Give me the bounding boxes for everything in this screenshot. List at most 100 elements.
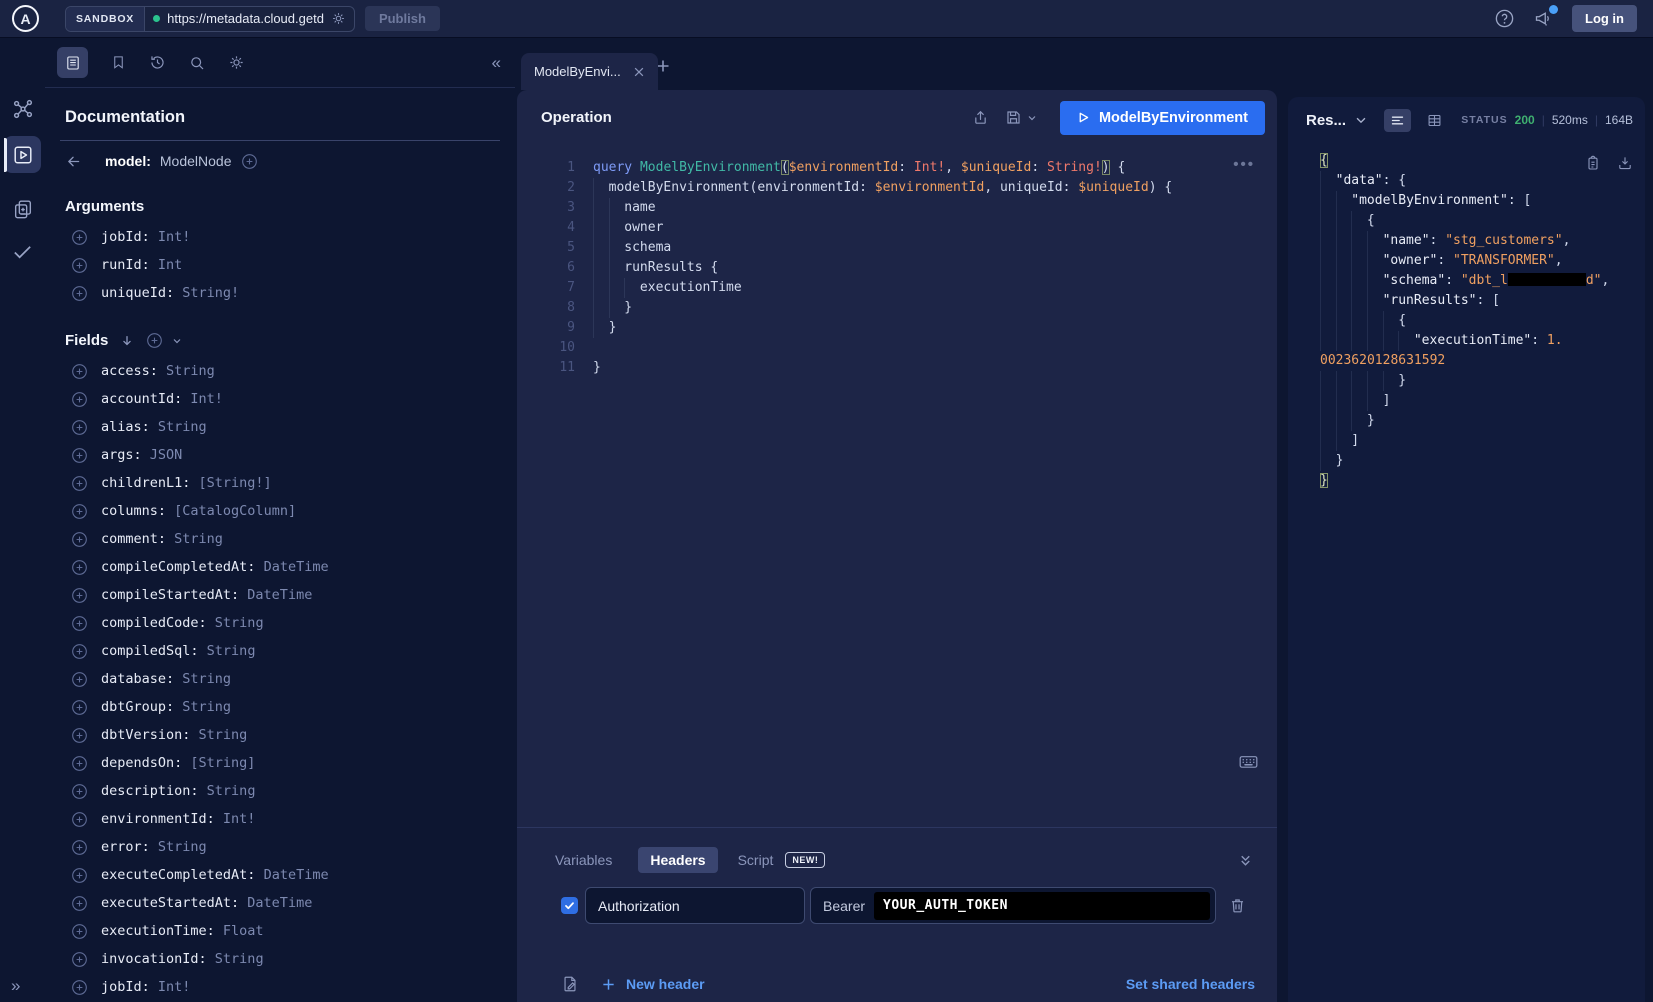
field-label[interactable]: jobId: Int! [101, 979, 190, 995]
close-tab-icon[interactable] [633, 66, 645, 78]
header-value-input[interactable]: Bearer YOUR_AUTH_TOKEN [810, 887, 1216, 924]
field-label[interactable]: description: String [101, 783, 255, 799]
add-to-operation-icon[interactable] [71, 229, 88, 246]
field-label[interactable]: accountId: Int! [101, 391, 223, 407]
add-to-operation-icon[interactable] [71, 559, 88, 576]
keyboard-shortcuts-icon[interactable] [1238, 751, 1259, 772]
add-to-operation-icon[interactable] [71, 475, 88, 492]
table-view-icon[interactable] [1427, 113, 1442, 128]
set-shared-headers-link[interactable]: Set shared headers [1126, 976, 1255, 992]
add-to-operation-icon[interactable] [71, 615, 88, 632]
argument-label[interactable]: uniqueId: String! [101, 285, 239, 301]
sidebar-item-checks[interactable] [4, 233, 41, 270]
operation-tab[interactable]: ModelByEnvi... [521, 53, 658, 90]
field-label[interactable]: args: JSON [101, 447, 182, 463]
field-label[interactable]: executeCompletedAt: DateTime [101, 867, 329, 883]
field-label[interactable]: invocationId: String [101, 951, 264, 967]
field-label[interactable]: childrenL1: [String!] [101, 475, 272, 491]
add-to-operation-icon[interactable] [71, 503, 88, 520]
formatted-view-icon[interactable] [1384, 109, 1411, 132]
auth-token-value[interactable]: YOUR_AUTH_TOKEN [874, 892, 1210, 920]
field-label[interactable]: compileCompletedAt: DateTime [101, 559, 329, 575]
fields-options-chevron-icon[interactable] [171, 335, 183, 347]
announcements-icon[interactable] [1533, 8, 1554, 29]
expand-rail-icon[interactable]: » [11, 976, 20, 996]
collapse-request-panel-icon[interactable] [1238, 853, 1253, 868]
run-operation-button[interactable]: ModelByEnvironment [1060, 101, 1265, 135]
new-header-button[interactable]: New header [601, 976, 705, 992]
graphql-editor[interactable]: 1234567891011 query ModelByEnvironment($… [517, 145, 1277, 817]
response-dropdown-chevron-icon[interactable] [1354, 113, 1368, 127]
field-label[interactable]: environmentId: Int! [101, 811, 255, 827]
download-response-icon[interactable] [1617, 155, 1633, 171]
back-arrow-icon[interactable] [65, 153, 82, 170]
endpoint-url[interactable]: https://metadata.cloud.getd [167, 11, 324, 26]
search-icon[interactable] [189, 55, 205, 71]
add-to-operation-icon[interactable] [71, 811, 88, 828]
field-label[interactable]: database: String [101, 671, 231, 687]
settings-gear-icon[interactable] [228, 54, 245, 71]
history-icon[interactable] [149, 54, 166, 71]
documentation-tab-icon[interactable] [57, 47, 88, 78]
add-to-operation-icon[interactable] [71, 895, 88, 912]
sidebar-item-explorer[interactable] [4, 136, 41, 173]
argument-label[interactable]: runId: Int [101, 257, 182, 273]
argument-label[interactable]: jobId: Int! [101, 229, 190, 245]
tab-script[interactable]: Script [738, 852, 774, 868]
save-operation-control[interactable] [1005, 109, 1038, 126]
sidebar-item-operations[interactable] [4, 190, 41, 227]
operation-tab-label[interactable]: ModelByEnvi... [534, 64, 621, 79]
add-to-operation-icon[interactable] [71, 363, 88, 380]
field-label[interactable]: compiledSql: String [101, 643, 255, 659]
add-to-operation-icon[interactable] [71, 587, 88, 604]
field-label[interactable]: columns: [CatalogColumn] [101, 503, 296, 519]
add-to-operation-icon[interactable] [71, 951, 88, 968]
field-label[interactable]: compileStartedAt: DateTime [101, 587, 312, 603]
share-operation-icon[interactable] [972, 109, 989, 126]
add-to-operation-icon[interactable] [71, 783, 88, 800]
add-all-fields-icon[interactable] [146, 332, 163, 349]
field-label[interactable]: compiledCode: String [101, 615, 264, 631]
header-enabled-checkbox[interactable] [561, 897, 578, 914]
field-label[interactable]: dbtVersion: String [101, 727, 247, 743]
bookmarks-icon[interactable] [111, 55, 126, 70]
response-title[interactable]: Res... [1306, 112, 1346, 129]
add-to-operation-icon[interactable] [71, 643, 88, 660]
help-icon[interactable] [1494, 8, 1515, 29]
header-key-input[interactable] [585, 887, 805, 924]
add-to-operation-icon[interactable] [71, 391, 88, 408]
collapse-panel-icon[interactable]: « [492, 53, 501, 73]
field-label[interactable]: executionTime: Float [101, 923, 264, 939]
field-label[interactable]: dbtGroup: String [101, 699, 231, 715]
add-to-operation-icon[interactable] [71, 699, 88, 716]
add-to-operation-icon[interactable] [71, 419, 88, 436]
add-to-operation-icon[interactable] [71, 447, 88, 464]
publish-button[interactable]: Publish [365, 6, 440, 31]
add-type-icon[interactable] [241, 153, 258, 170]
delete-header-icon[interactable] [1229, 897, 1246, 914]
add-to-operation-icon[interactable] [71, 531, 88, 548]
add-to-operation-icon[interactable] [71, 285, 88, 302]
field-label[interactable]: dependsOn: [String] [101, 755, 255, 771]
field-label[interactable]: executeStartedAt: DateTime [101, 895, 312, 911]
add-to-operation-icon[interactable] [71, 727, 88, 744]
editor-overflow-menu-icon[interactable]: ••• [1233, 156, 1255, 173]
field-label[interactable]: access: String [101, 363, 215, 379]
login-button[interactable]: Log in [1572, 5, 1637, 32]
query-code[interactable]: query ModelByEnvironment($environmentId:… [593, 158, 1277, 378]
response-json[interactable]: {"data": {"modelByEnvironment": [{"name"… [1288, 143, 1645, 1002]
copy-response-icon[interactable] [1585, 155, 1601, 171]
field-label[interactable]: comment: String [101, 531, 223, 547]
add-to-operation-icon[interactable] [71, 867, 88, 884]
field-label[interactable]: error: String [101, 839, 207, 855]
sidebar-item-schema[interactable] [4, 90, 41, 127]
sort-fields-icon[interactable] [120, 334, 134, 348]
edit-as-text-icon[interactable] [561, 975, 579, 993]
add-to-operation-icon[interactable] [71, 671, 88, 688]
add-to-operation-icon[interactable] [71, 979, 88, 996]
tab-headers[interactable]: Headers [638, 847, 717, 873]
tab-variables[interactable]: Variables [555, 852, 612, 868]
add-to-operation-icon[interactable] [71, 257, 88, 274]
add-to-operation-icon[interactable] [71, 755, 88, 772]
field-label[interactable]: alias: String [101, 419, 207, 435]
